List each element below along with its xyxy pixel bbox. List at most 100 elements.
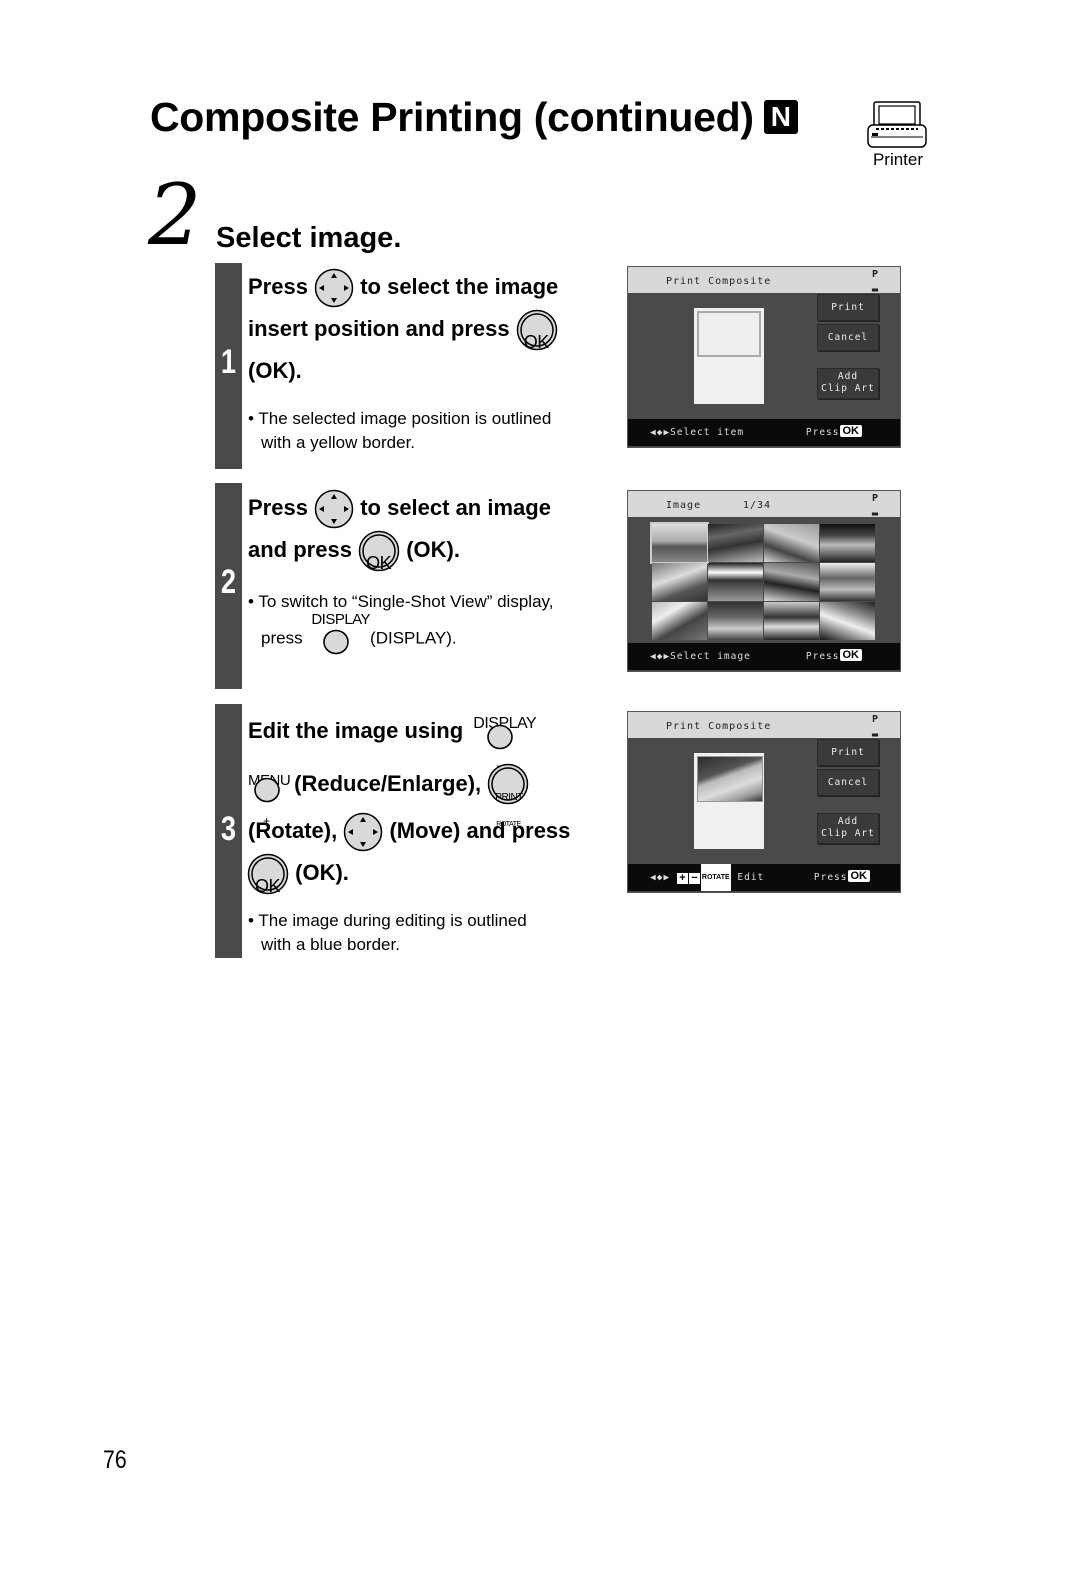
note-text: The selected image position is outlined	[258, 409, 552, 428]
bullet: •	[248, 409, 254, 428]
dpad-icon	[314, 268, 354, 308]
instruction-text: and press	[248, 537, 352, 562]
image-thumbnail[interactable]	[764, 563, 819, 601]
substep-1-note: • The selected image position is outline…	[248, 407, 551, 455]
screen-body: Print Cancel Add Clip Art	[628, 738, 900, 864]
ok-button-icon: OK	[247, 853, 289, 896]
instruction-text: Press	[248, 274, 308, 299]
ok-label: OK	[255, 876, 281, 897]
image-thumbnail[interactable]	[820, 524, 875, 562]
lcd-screen-print-composite: Print Composite P ▂ Print Cancel Add Clip…	[627, 266, 901, 448]
substep-2-note: • To switch to “Single-Shot View” displa…	[248, 590, 553, 654]
display-button-icon: DISPLAY	[307, 611, 371, 654]
substep-1-bar: 1	[215, 263, 242, 469]
screen-body	[628, 517, 900, 643]
note-text: The image during editing is outlined	[258, 911, 527, 930]
screen-footer: ◀◆▶Select item Press OK	[628, 419, 900, 446]
print-mode-icon: P ▂	[871, 269, 878, 292]
substep-number: 1	[220, 343, 237, 381]
image-thumbnail[interactable]	[650, 522, 709, 564]
minus-key-icon: −	[688, 873, 700, 884]
substep-3-bar: 3	[215, 704, 242, 958]
substep-3-note: • The image during editing is outlined w…	[248, 909, 527, 957]
bullet: •	[248, 592, 254, 611]
footer-press: Press	[805, 427, 840, 438]
button-label: Clip Art	[821, 383, 875, 394]
mode-badge: N	[763, 100, 798, 134]
ok-key-icon: OK	[839, 425, 862, 437]
image-thumbnail[interactable]	[764, 524, 819, 562]
page-title-text: Composite Printing (continued)	[150, 94, 754, 140]
ok-button-icon: OK	[516, 309, 558, 352]
dpad-icon	[343, 812, 383, 852]
bullet: •	[248, 911, 254, 930]
step-number: 2	[148, 166, 202, 264]
screen-header: Image 1/34 P ▂	[628, 491, 900, 517]
ok-label: OK	[366, 553, 392, 574]
footer-hint: Edit	[737, 872, 765, 883]
screen-footer: ◀◆▶Select image Press OK	[628, 643, 900, 670]
screen-cancel-button[interactable]: Cancel	[817, 769, 879, 796]
substep-1-instruction-line1: Press to select the image	[248, 266, 558, 308]
device-label: Printer	[872, 150, 924, 169]
editing-image-outline	[697, 756, 763, 802]
image-thumbnail[interactable]	[820, 602, 875, 640]
arrow-keys-icon: ◀◆▶	[650, 651, 671, 662]
image-thumbnail[interactable]	[820, 563, 875, 601]
print-button-icon: PRINT ROTATE	[487, 763, 531, 828]
arrow-keys-icon: ◀◆▶	[650, 872, 671, 883]
image-thumbnail[interactable]	[708, 563, 763, 601]
thumbnail-grid	[650, 522, 875, 640]
ok-key-icon: OK	[847, 870, 870, 882]
substep-3-instruction-line3: (Rotate), (Move) and press	[248, 810, 570, 852]
substep-number: 2	[220, 563, 237, 601]
screen-footer: ◀◆▶ + − ROTATE Edit Press OK	[628, 864, 900, 891]
footer-hint: Select image	[670, 651, 751, 662]
image-thumbnail[interactable]	[708, 524, 763, 562]
page-title: Composite Printing (continued) N	[150, 94, 798, 141]
ok-label: OK	[523, 332, 550, 353]
note-text: with a blue border.	[261, 935, 400, 954]
note-text: (DISPLAY).	[370, 628, 457, 648]
page-number: 76	[103, 1446, 127, 1474]
instruction-text: (Move) and press	[389, 818, 571, 843]
footer-press: Press	[805, 651, 840, 662]
screen-cancel-button[interactable]: Cancel	[817, 324, 879, 351]
button-label: Clip Art	[821, 828, 875, 839]
dpad-icon	[314, 489, 354, 529]
screen-add-clip-art-button[interactable]: Add Clip Art	[817, 813, 879, 844]
footer-press: Press	[813, 872, 848, 883]
screen-add-clip-art-button[interactable]: Add Clip Art	[817, 368, 879, 399]
instruction-text: (OK).	[295, 860, 349, 885]
instruction-text: Press	[248, 495, 308, 520]
screen-body: Print Cancel Add Clip Art	[628, 293, 900, 419]
step-title: Select image.	[216, 222, 402, 254]
footer-hint: Select item	[670, 427, 745, 438]
composite-paper	[694, 308, 764, 404]
button-label: Add	[837, 371, 859, 382]
substep-2-bar: 2	[215, 483, 242, 689]
selected-position-outline	[697, 311, 761, 357]
image-thumbnail[interactable]	[652, 602, 707, 640]
image-thumbnail[interactable]	[764, 602, 819, 640]
menu-button-icon: MENU +	[248, 764, 291, 828]
lcd-screen-image-select: Image 1/34 P ▂ ◀◆▶Select image Press OK	[627, 490, 901, 672]
note-text: To switch to “Single-Shot View” display,	[258, 592, 554, 611]
lcd-screen-print-composite-edit: Print Composite P ▂ Print Cancel Add Clip…	[627, 711, 901, 893]
screen-header: Print Composite P ▂	[628, 712, 900, 738]
substep-3-instruction-line1: Edit the image using DISPLAY −	[248, 710, 537, 773]
substep-1-instruction-line2: insert position and press OK	[248, 308, 558, 352]
image-thumbnail[interactable]	[708, 602, 763, 640]
substep-1-instruction-line3: (OK).	[248, 358, 302, 383]
screen-print-button[interactable]: Print	[817, 294, 879, 321]
screen-header: Print Composite P ▂	[628, 267, 900, 293]
screen-print-button[interactable]: Print	[817, 739, 879, 766]
note-text: press	[261, 628, 303, 648]
instruction-text: insert position and press	[248, 316, 510, 341]
note-text: with a yellow border.	[261, 433, 416, 452]
rotate-key-icon: ROTATE	[700, 864, 731, 891]
display-button-icon: DISPLAY −	[469, 711, 536, 773]
print-mode-icon: P ▂	[871, 714, 878, 737]
plus-key-icon: +	[676, 873, 688, 884]
image-thumbnail[interactable]	[652, 563, 707, 601]
